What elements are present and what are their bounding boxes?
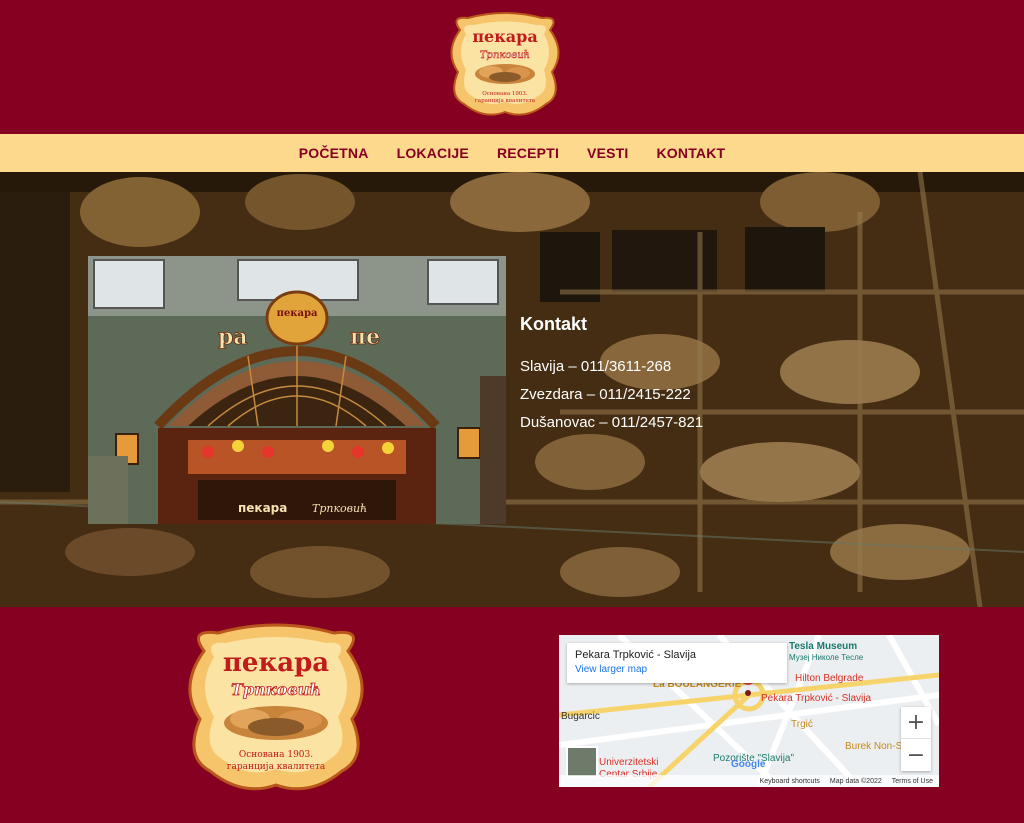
svg-text:Трпковић: Трпковић	[231, 680, 321, 699]
svg-text:Основана 1903.: Основана 1903.	[239, 750, 313, 760]
contact-line-dusanovac: Dušanovac – 011/2457-821	[520, 414, 704, 431]
main-nav: POČETNA LOKACIJE RECEPTI VESTI KONTAKT	[0, 134, 1024, 172]
keyboard-shortcuts-link[interactable]: Keyboard shortcuts	[760, 778, 820, 785]
map-data-credit: Map data ©2022	[829, 777, 882, 785]
map-label-hilton: Hilton Belgrade	[795, 673, 864, 684]
svg-text:гаранција квалитета: гаранција квалитета	[475, 98, 536, 104]
map-zoom-controls: + −	[901, 707, 931, 771]
zoom-out-button[interactable]: −	[901, 739, 931, 771]
nav-lokacije[interactable]: LOKACIJE	[397, 145, 469, 161]
svg-text:пекара: пекара	[472, 27, 537, 46]
svg-text:ра: ра	[218, 324, 248, 350]
storefront-photo: пекара ра пе пекара Трпковић	[88, 256, 506, 524]
map-label-bugarcic: Bugarcic	[561, 711, 600, 722]
svg-text:Основана 1903.: Основана 1903.	[482, 91, 528, 97]
map-label-tesla: Tesla Museum	[789, 641, 858, 652]
map-place-name: Pekara Trpković - Slavija	[575, 649, 697, 661]
zoom-in-button[interactable]: +	[901, 707, 931, 739]
site-logo[interactable]: пекара Трпковић Основана 1903. гаранција…	[446, 12, 564, 118]
site-footer: пекара Трпковић Основана 1903. гаранција…	[0, 607, 1024, 823]
view-larger-map-link[interactable]: View larger map	[575, 664, 779, 675]
svg-text:пекара: пекара	[277, 308, 318, 319]
nav-kontakt[interactable]: KONTAKT	[657, 145, 726, 161]
contact-line-zvezdara: Zvezdara – 011/2415-222	[520, 386, 691, 403]
map-footer: Keyboard shortcuts Map data ©2022 Terms …	[559, 775, 939, 787]
contact-block: Kontakt Slavija – 011/3611-268 Zvezdara …	[520, 314, 703, 437]
site-header: пекара Трпковић Основана 1903. гаранција…	[0, 0, 1024, 134]
nav-vesti[interactable]: VESTI	[587, 145, 628, 161]
map-label-univerzitet-1: Univerzitetski	[599, 757, 659, 768]
svg-text:Трпковић: Трпковић	[480, 50, 530, 61]
nav-recepti[interactable]: RECEPTI	[497, 145, 559, 161]
svg-text:пе: пе	[350, 324, 380, 350]
svg-text:гаранција квалитета: гаранција квалитета	[227, 762, 326, 772]
google-map-embed[interactable]: Tesla Museum Музеј Николе Тесле Hilton B…	[559, 635, 939, 787]
svg-text:пекара: пекара	[238, 501, 287, 515]
contact-line-slavija: Slavija – 011/3611-268	[520, 358, 672, 375]
footer-logo: пекара Трпковић Основана 1903. гаранција…	[188, 623, 364, 791]
google-logo: Google	[731, 759, 766, 770]
contact-title: Kontakt	[520, 314, 587, 334]
nav-pocetna[interactable]: POČETNA	[299, 145, 369, 161]
map-label-tesla-sub: Музеј Николе Тесле	[789, 653, 864, 662]
terms-of-use-link[interactable]: Terms of Use	[892, 778, 933, 785]
map-place-card: Pekara Trpković - Slavija View larger ma…	[567, 643, 787, 683]
map-label-burek: Burek Non-S	[845, 741, 903, 752]
map-label-pekara: Pekara Trpković - Slavija	[761, 693, 872, 704]
hero-section: пекара ра пе пекара Трпковић Kontakt Sla…	[0, 172, 1024, 607]
map-label-trgic: Trgić	[791, 719, 813, 730]
svg-text:пекара: пекара	[223, 648, 329, 678]
svg-text:Трпковић: Трпковић	[312, 502, 367, 515]
